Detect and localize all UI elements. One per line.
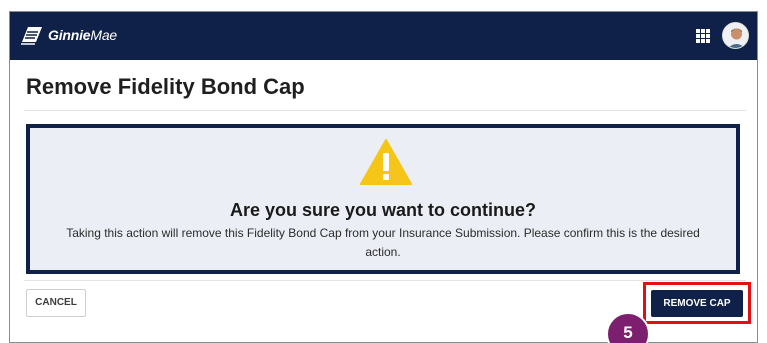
ginnie-mae-logo-icon [21, 27, 42, 45]
apps-grid-icon[interactable] [696, 29, 710, 43]
remove-cap-button[interactable]: REMOVE CAP [651, 290, 743, 317]
alert-heading: Are you sure you want to continue? [229, 200, 537, 220]
alert-message: Taking this action will remove this Fide… [66, 226, 700, 259]
user-avatar[interactable] [722, 22, 749, 49]
logo-text: GinnieMae [48, 27, 117, 43]
top-navigation-bar: GinnieMae [10, 12, 757, 60]
avatar-icon [723, 23, 748, 48]
dialog-window: GinnieMae Remove Fidelity Bond Cap Are y… [9, 11, 758, 343]
page-title: Remove Fidelity Bond Cap [26, 74, 305, 99]
divider [24, 110, 746, 111]
divider [24, 280, 746, 281]
warning-icon [360, 139, 412, 185]
ginnie-mae-logo[interactable]: GinnieMae [18, 24, 117, 46]
cancel-button[interactable]: CANCEL [26, 289, 86, 317]
confirmation-alert: Are you sure you want to continue? Takin… [26, 124, 740, 274]
